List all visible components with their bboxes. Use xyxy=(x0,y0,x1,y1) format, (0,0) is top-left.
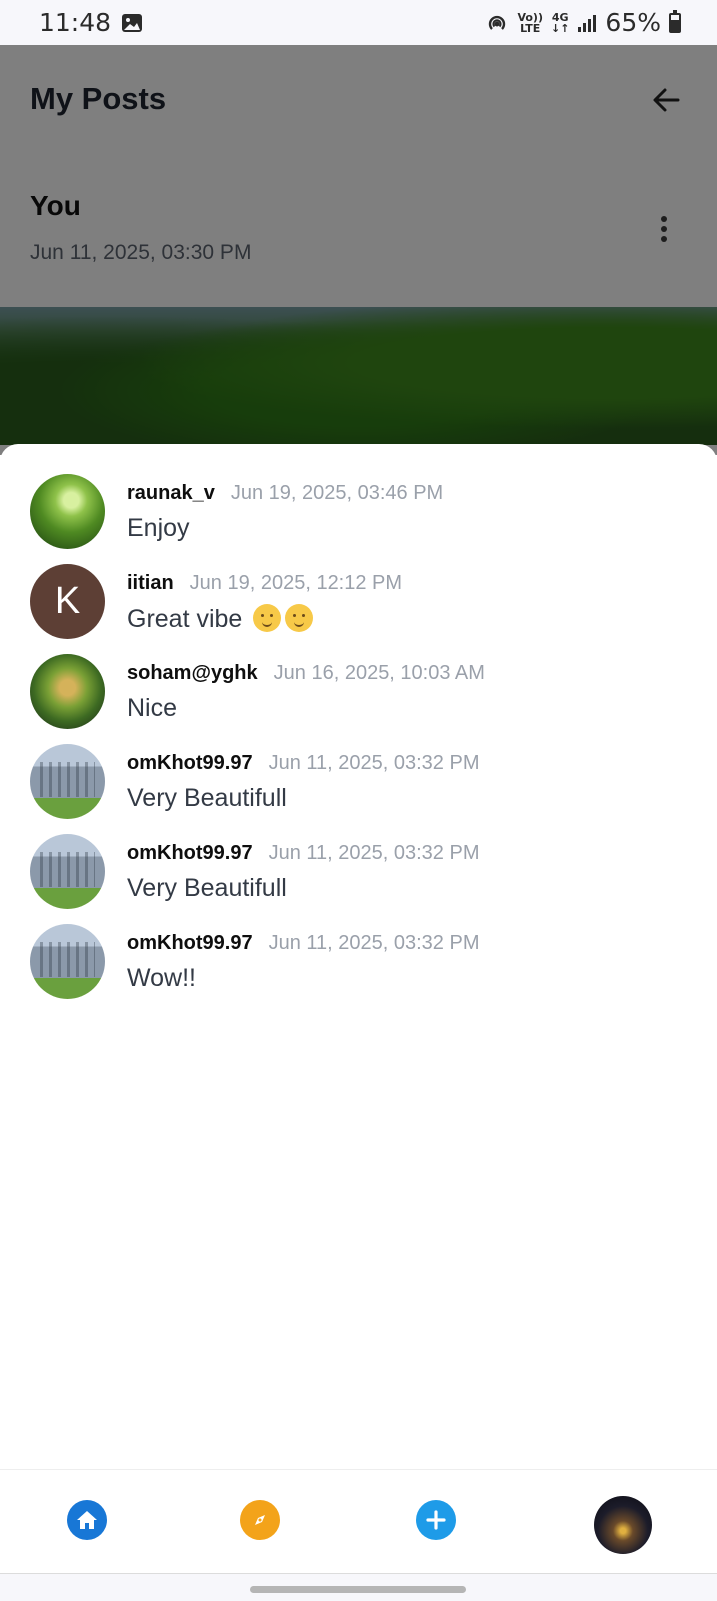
comment-username[interactable]: omKhot99.97 xyxy=(127,752,253,775)
avatar[interactable]: K xyxy=(30,564,105,639)
comment-timestamp: Jun 19, 2025, 12:12 PM xyxy=(189,572,403,594)
overlay-scrim[interactable] xyxy=(0,45,717,455)
signal-icon xyxy=(578,14,597,32)
comment-text: Wow!! xyxy=(127,964,196,992)
comment-username[interactable]: soham@yghk xyxy=(127,662,258,685)
comment-item: K iitian Jun 19, 2025, 12:12 PM Great vi… xyxy=(30,564,690,640)
battery-icon xyxy=(669,9,681,33)
gesture-handle[interactable] xyxy=(250,1586,466,1593)
comment-timestamp: Jun 11, 2025, 03:32 PM xyxy=(268,752,480,774)
clock: 11:48 xyxy=(39,8,112,37)
battery-percent: 65% xyxy=(605,8,661,37)
comment-username[interactable]: raunak_v xyxy=(127,482,215,505)
comment-text: Enjoy xyxy=(127,514,190,542)
profile-avatar[interactable] xyxy=(594,1496,652,1554)
comments-sheet: raunak_v Jun 19, 2025, 03:46 PM Enjoy K … xyxy=(0,444,717,1469)
avatar[interactable] xyxy=(30,744,105,819)
comment-text: Very Beautifull xyxy=(127,784,287,812)
volte-indicator: Vo)) LTE xyxy=(517,10,543,35)
status-right: Vo)) LTE 4G ↓↑ 65% xyxy=(485,8,681,37)
comment-item: omKhot99.97 Jun 11, 2025, 03:32 PM Very … xyxy=(30,744,690,820)
comment-timestamp: Jun 11, 2025, 03:32 PM xyxy=(268,842,480,864)
avatar[interactable] xyxy=(30,834,105,909)
smiling-hug-emoji-icon xyxy=(285,604,314,632)
comment-item: raunak_v Jun 19, 2025, 03:46 PM Enjoy xyxy=(30,474,690,550)
comment-timestamp: Jun 16, 2025, 10:03 AM xyxy=(273,662,485,684)
smiling-hug-emoji-icon xyxy=(253,604,282,632)
hotspot-icon xyxy=(489,15,506,30)
comment-text-wrap: Great vibe xyxy=(127,604,314,634)
add-post-icon[interactable] xyxy=(416,1500,456,1540)
comment-username[interactable]: omKhot99.97 xyxy=(127,842,253,865)
comment-item: omKhot99.97 Jun 11, 2025, 03:32 PM Wow!! xyxy=(30,924,690,1000)
comment-text: Nice xyxy=(127,694,178,722)
home-icon[interactable] xyxy=(67,1500,107,1540)
status-bar: 11:48 Vo)) LTE 4G ↓↑ 65% xyxy=(0,0,717,45)
comment-text: Very Beautifull xyxy=(127,874,287,902)
comment-timestamp: Jun 11, 2025, 03:32 PM xyxy=(268,932,480,954)
network-4g-indicator: 4G ↓↑ xyxy=(550,10,570,35)
status-left: 11:48 xyxy=(39,8,143,37)
comment-item: omKhot99.97 Jun 11, 2025, 03:32 PM Very … xyxy=(30,834,690,910)
avatar[interactable] xyxy=(30,654,105,729)
comment-username[interactable]: omKhot99.97 xyxy=(127,932,253,955)
bottom-nav xyxy=(0,1469,717,1574)
comment-timestamp: Jun 19, 2025, 03:46 PM xyxy=(230,482,444,504)
avatar[interactable] xyxy=(30,924,105,999)
explore-icon[interactable] xyxy=(240,1500,280,1540)
gallery-icon xyxy=(122,13,143,32)
comment-username[interactable]: iitian xyxy=(127,572,174,595)
avatar[interactable] xyxy=(30,474,105,549)
comment-text: Great vibe xyxy=(127,605,243,633)
comment-item: soham@yghk Jun 16, 2025, 10:03 AM Nice xyxy=(30,654,690,730)
